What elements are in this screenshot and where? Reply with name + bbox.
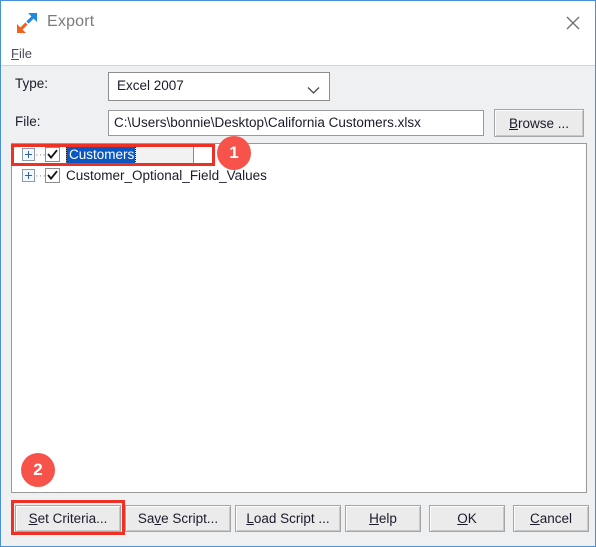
rename-edit-value: Customers — [65, 145, 137, 164]
save-script-button-label: Save Script... — [137, 511, 219, 526]
file-path-value: C:\Users\bonnie\Desktop\California Custo… — [114, 115, 421, 130]
type-combobox-value: Excel 2007 — [117, 78, 184, 93]
window-title: Export — [47, 13, 95, 30]
customers-tree-row[interactable]: ··· Customers — [12, 144, 586, 165]
file-path-input[interactable]: C:\Users\bonnie\Desktop\California Custo… — [108, 110, 484, 136]
menu-bar: File — [1, 44, 595, 66]
tree-node-label: Customer_Optional_Field_Values — [66, 168, 267, 183]
table-list-box[interactable]: ··· Customers ··· Customer_Optional_Fiel… — [11, 143, 587, 493]
menu-item-file[interactable]: File — [11, 46, 32, 61]
type-combobox[interactable]: Excel 2007 — [108, 72, 330, 101]
browse-button-label: Browse ... — [508, 115, 570, 131]
set-criteria-button-label: Set Criteria... — [28, 511, 108, 526]
checkmark-icon[interactable] — [45, 147, 60, 162]
plus-box-icon[interactable] — [22, 169, 35, 182]
menu-item-file-rest: ile — [18, 46, 32, 61]
browse-button[interactable]: Browse ... — [494, 109, 584, 137]
tree-connector-dots: ··· — [35, 150, 45, 159]
save-script-button[interactable]: Save Script... — [125, 505, 231, 532]
rename-edit-input[interactable]: Customers — [65, 145, 194, 164]
help-button[interactable]: Help — [345, 505, 421, 532]
checkmark-icon[interactable] — [45, 168, 60, 183]
cancel-button[interactable]: Cancel — [513, 505, 589, 532]
dialog-body: Type: Excel 2007 File: C:\Users\bonnie\D… — [1, 67, 595, 546]
customer-optional-field-values-tree-row[interactable]: ··· Customer_Optional_Field_Values — [12, 165, 586, 186]
close-icon[interactable] — [550, 1, 595, 44]
load-script-button-label: Load Script ... — [246, 511, 330, 526]
help-button-label: Help — [369, 511, 397, 526]
title-bar: Export — [1, 1, 595, 44]
ok-button[interactable]: OK — [429, 505, 505, 532]
load-script-button[interactable]: Load Script ... — [235, 505, 341, 532]
set-criteria-button[interactable]: Set Criteria... — [15, 505, 121, 532]
export-dialog-window: Export File Type: Excel 2007 File: C:\Us… — [0, 0, 596, 547]
tree-connector-dots: ··· — [35, 171, 45, 180]
export-arrows-icon — [15, 11, 39, 35]
type-label: Type: — [15, 76, 49, 91]
ok-button-label: OK — [457, 511, 477, 526]
plus-box-icon[interactable] — [22, 148, 35, 161]
cancel-button-label: Cancel — [529, 511, 573, 526]
chevron-down-icon — [307, 82, 320, 94]
file-label: File: — [15, 114, 41, 129]
